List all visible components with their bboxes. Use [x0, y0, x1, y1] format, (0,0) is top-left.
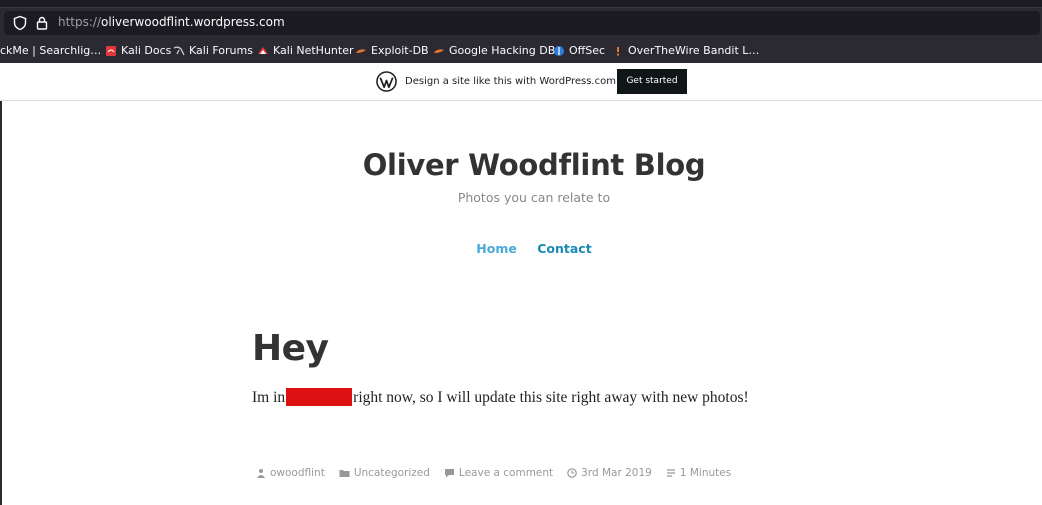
redaction-box [286, 388, 353, 406]
bookmark-ghdb[interactable]: Google Hacking DB [433, 44, 555, 57]
site-tagline: Photos you can relate to [457, 190, 611, 205]
nav-contact-link[interactable]: Contact [537, 241, 591, 256]
kali-dragon-icon [173, 46, 185, 55]
bookmark-label: Kali NetHunter [273, 44, 354, 57]
address-bar[interactable]: https://oliverwoodflint.wordpress.com [4, 11, 1040, 35]
comment-icon [444, 469, 454, 478]
window-left-edge [0, 63, 2, 505]
kali-docs-icon [106, 45, 116, 56]
nav-home-link[interactable]: Home [476, 241, 517, 256]
bookmark-kali-forums[interactable]: Kali Forums [173, 44, 253, 57]
clock-icon [567, 468, 577, 478]
bookmark-label: Google Hacking DB [449, 44, 556, 57]
post-category-label: Uncategorized [353, 467, 430, 479]
post-category[interactable]: Uncategorized [339, 467, 430, 479]
bookmark-label: OverTheWire Bandit L… [628, 44, 760, 57]
exploit-db-icon [356, 48, 366, 53]
offsec-icon [554, 45, 564, 56]
post-author-label: owoodflint [270, 467, 325, 479]
bookmark-overthewire[interactable]: OverTheWire Bandit L… [612, 44, 759, 57]
bookmarks-bar: ckMe | Searchlig… Kali Docs Kali Forums … [0, 38, 1042, 63]
reading-time-icon [666, 469, 675, 477]
lock-icon[interactable] [34, 15, 50, 31]
post-body-before: Im in [252, 389, 286, 406]
post-body-after: right now, so I will update this site ri… [353, 389, 749, 406]
wordpress-banner-text[interactable]: Design a site like this with WordPress.c… [405, 76, 616, 87]
post-reading-time-label: 1 Minutes [679, 467, 732, 479]
wordpress-logo-icon[interactable] [376, 71, 397, 92]
bookmark-label: Kali Forums [189, 44, 253, 57]
post-date[interactable]: 3rd Mar 2019 [567, 467, 652, 479]
main-navigation: Home Contact [0, 241, 1042, 256]
bookmark-offsec[interactable]: OffSec [553, 44, 605, 57]
bookmark-label: Exploit-DB [371, 44, 429, 57]
post-meta: owoodflint Uncategorized Leave a comment… [256, 467, 745, 479]
browser-top-strip [0, 0, 1042, 7]
bookmark-label: ckMe | Searchlig… [0, 44, 102, 57]
user-icon [257, 469, 265, 478]
ghdb-icon [434, 48, 444, 53]
url-protocol: https:// [58, 15, 102, 29]
site-title[interactable]: Oliver Woodflint Blog [0, 148, 1042, 182]
post-date-label: 3rd Mar 2019 [581, 467, 652, 479]
bookmark-label: OffSec [569, 44, 606, 57]
bookmark-kali-docs[interactable]: Kali Docs [105, 44, 171, 57]
folder-icon [339, 470, 350, 477]
shield-icon[interactable] [12, 15, 28, 31]
bookmark-exploit-db[interactable]: Exploit-DB [355, 44, 429, 57]
post-author[interactable]: owoodflint [256, 467, 325, 479]
url-text[interactable]: https://oliverwoodflint.wordpress.com [58, 15, 285, 29]
overthewire-icon [617, 46, 619, 55]
bookmark-label: Kali Docs [121, 44, 172, 57]
post-comments[interactable]: Leave a comment [444, 467, 553, 479]
post-reading-time: 1 Minutes [666, 467, 731, 479]
post-title[interactable]: Hey [252, 328, 329, 369]
bookmark-kali-nethunter[interactable]: Kali NetHunter [257, 44, 354, 57]
wordpress-banner: Design a site like this with WordPress.c… [0, 63, 1042, 101]
url-host: oliverwoodflint.wordpress.com [101, 15, 285, 29]
browser-toolbar: https://oliverwoodflint.wordpress.com [0, 7, 1042, 38]
post-body: Im in right now, so I will update this si… [252, 388, 749, 407]
post-comments-label: Leave a comment [458, 467, 554, 479]
nethunter-icon [258, 46, 268, 54]
get-started-button[interactable]: Get started [617, 69, 687, 94]
bookmark-hackme[interactable]: ckMe | Searchlig… [0, 44, 101, 57]
